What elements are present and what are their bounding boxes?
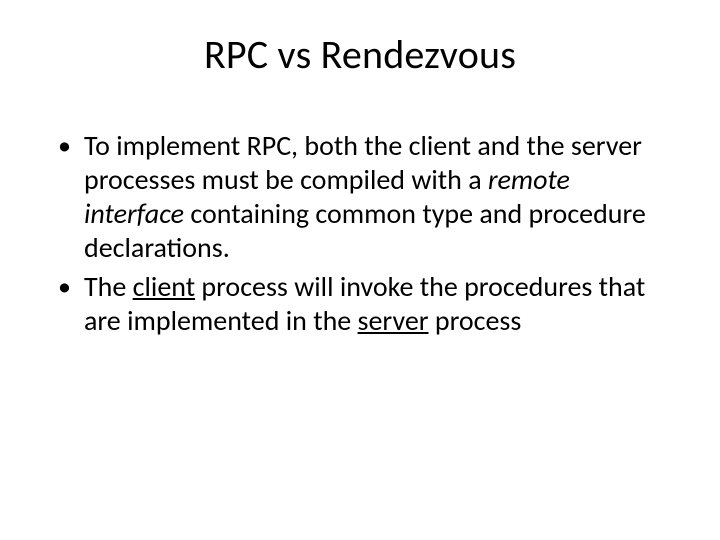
underline-text: server	[358, 303, 429, 338]
bullet-text: The	[84, 269, 133, 304]
underline-text: client	[133, 269, 195, 304]
bullet-list: To implement RPC, both the client and th…	[40, 129, 680, 338]
list-item: The client process will invoke the proce…	[58, 270, 670, 338]
bullet-text: process	[429, 303, 522, 338]
list-item: To implement RPC, both the client and th…	[58, 129, 670, 266]
slide: RPC vs Rendezvous To implement RPC, both…	[0, 0, 720, 540]
slide-title: RPC vs Rendezvous	[40, 30, 680, 79]
